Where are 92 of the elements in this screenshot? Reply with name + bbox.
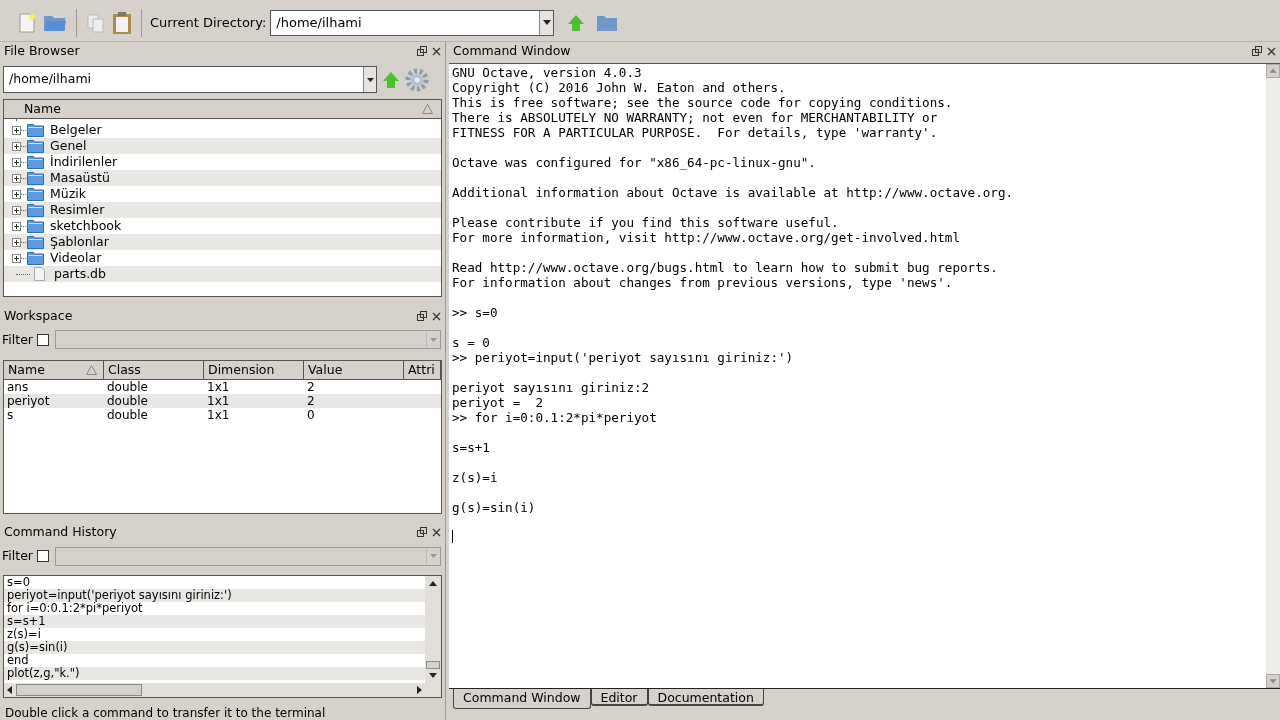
expand-icon[interactable]	[14, 239, 19, 245]
folder-icon	[27, 235, 44, 249]
directory-field[interactable]: /home/ilhami	[270, 9, 555, 36]
output-line: Please contribute if you find this software useful.	[452, 215, 840, 230]
filter-checkbox[interactable]	[36, 334, 49, 346]
output-line: periyot = 2	[452, 395, 544, 410]
output-line: s=s+1	[452, 440, 491, 455]
folder-icon	[27, 139, 44, 153]
column-header[interactable]: Dimension	[208, 360, 297, 379]
close-icon[interactable]	[432, 46, 441, 56]
table-cell-text: double	[106, 393, 149, 408]
panel-title: Workspace	[4, 306, 74, 325]
expand-icon[interactable]	[14, 191, 19, 197]
output-line: periyot sayısını giriniz:2	[452, 380, 651, 395]
history-item[interactable]: g(s)=sin(i)	[4, 641, 425, 655]
output-line: >> s=0	[452, 305, 499, 320]
column-header[interactable]: Name	[8, 360, 86, 379]
path-field[interactable]: /home/ilhami	[3, 66, 377, 93]
folder-icon	[27, 203, 44, 217]
table-cell-text: periyot	[6, 393, 51, 408]
table-cell-text: 2	[306, 393, 316, 408]
close-icon[interactable]	[432, 311, 441, 321]
expand-icon[interactable]	[14, 127, 19, 133]
tab[interactable]: Editor	[590, 689, 648, 706]
scroll-thumb[interactable]	[16, 684, 142, 696]
expand-icon[interactable]	[14, 255, 19, 261]
table-cell-text: 1x1	[206, 393, 231, 408]
folder-icon	[27, 123, 44, 137]
history-item[interactable]: periyot=input('periyot sayısını giriniz:')	[4, 589, 425, 603]
dropdown-arrow-icon[interactable]	[366, 77, 374, 82]
directory-label: Current Directory:	[150, 13, 267, 32]
expand-icon[interactable]	[14, 207, 19, 213]
table-cell-text: double	[106, 407, 149, 422]
horizontal-scrollbar[interactable]	[4, 683, 425, 697]
filter-label: Filter	[2, 330, 33, 349]
output-line: Octave was configured for "x86_64-pc-linux-gnu".	[452, 155, 817, 170]
output-line: Additional information about Octave is available at http://www.octave.org.	[452, 185, 1015, 200]
vertical-scrollbar[interactable]	[425, 576, 441, 697]
panel-title: Command Window	[453, 41, 572, 60]
table-cell-text: 1x1	[206, 407, 231, 422]
filter-checkbox[interactable]	[36, 550, 49, 563]
table-cell-text: double	[106, 379, 149, 394]
filter-label: Filter	[2, 546, 33, 565]
column-header[interactable]: Class	[108, 360, 197, 379]
undock-icon[interactable]	[417, 527, 427, 538]
table-cell-text: ans	[6, 379, 30, 394]
table-cell-text: 0	[306, 407, 316, 422]
folder-icon	[27, 171, 44, 185]
close-icon[interactable]	[432, 527, 441, 537]
output-line: g(s)=sin(i)	[452, 500, 537, 515]
panel-title: File Browser	[4, 41, 81, 60]
output-line: For information about changes from previous versions, type 'news'.	[452, 275, 954, 290]
table-cell-text: s	[6, 407, 14, 422]
tab[interactable]: Documentation	[647, 689, 764, 706]
output-line: There is ABSOLUTELY NO WARRANTY; not even for MERCHANTABILITY or	[452, 110, 939, 125]
output-line: >> for i=0:0.1:2*pi*periyot	[452, 410, 658, 425]
output-line: For more information, visit http://www.octave.org/get-involved.html	[452, 230, 961, 245]
folder-icon	[27, 251, 44, 265]
output-line: Read http://www.octave.org/bugs.html to learn how to submit bug reports.	[452, 260, 999, 275]
dropdown-arrow-icon[interactable]	[542, 20, 551, 25]
output-line: s = 0	[452, 335, 491, 350]
undock-icon[interactable]	[1252, 46, 1262, 56]
close-icon[interactable]	[1267, 46, 1276, 56]
column-header[interactable]: Value	[308, 360, 397, 379]
table-cell-text: 2	[306, 379, 316, 394]
panel-title: Command History	[4, 523, 118, 541]
folder-icon	[27, 219, 44, 233]
tab[interactable]: Command Window	[453, 689, 591, 709]
column-header[interactable]: Attri	[408, 360, 435, 379]
expand-icon[interactable]	[14, 175, 19, 181]
text-cursor	[452, 530, 453, 543]
expand-icon[interactable]	[14, 223, 19, 229]
history-item[interactable]: plot(z,g,"k.")	[4, 667, 425, 681]
output-line: >> periyot=input('periyot sayısını giriniz:')	[452, 350, 795, 365]
undock-icon[interactable]	[417, 311, 427, 322]
output-line: This is free software; see the source code for copying conditions.	[452, 95, 954, 110]
expand-icon[interactable]	[14, 143, 19, 149]
folder-icon	[27, 155, 44, 169]
folder-icon	[27, 187, 44, 201]
undock-icon[interactable]	[417, 46, 427, 56]
expand-icon[interactable]	[14, 159, 19, 165]
output-line: z(s)=i	[452, 470, 499, 485]
filter-field[interactable]	[54, 546, 441, 566]
scroll-thumb[interactable]	[426, 661, 440, 669]
table-cell-text: 1x1	[206, 379, 231, 394]
output-line: Copyright (C) 2016 John W. Eaton and others.	[452, 80, 787, 95]
status-hint: Double click a command to transfer it to the terminal	[4, 706, 327, 720]
output-line: GNU Octave, version 4.0.3	[452, 65, 643, 80]
clipboard-icon[interactable]	[111, 10, 133, 35]
history-item[interactable]: s=s+1	[4, 615, 425, 629]
filter-field[interactable]	[54, 330, 441, 350]
output-line: FITNESS FOR A PARTICULAR PURPOSE. For details, type 'warranty'.	[452, 125, 939, 140]
